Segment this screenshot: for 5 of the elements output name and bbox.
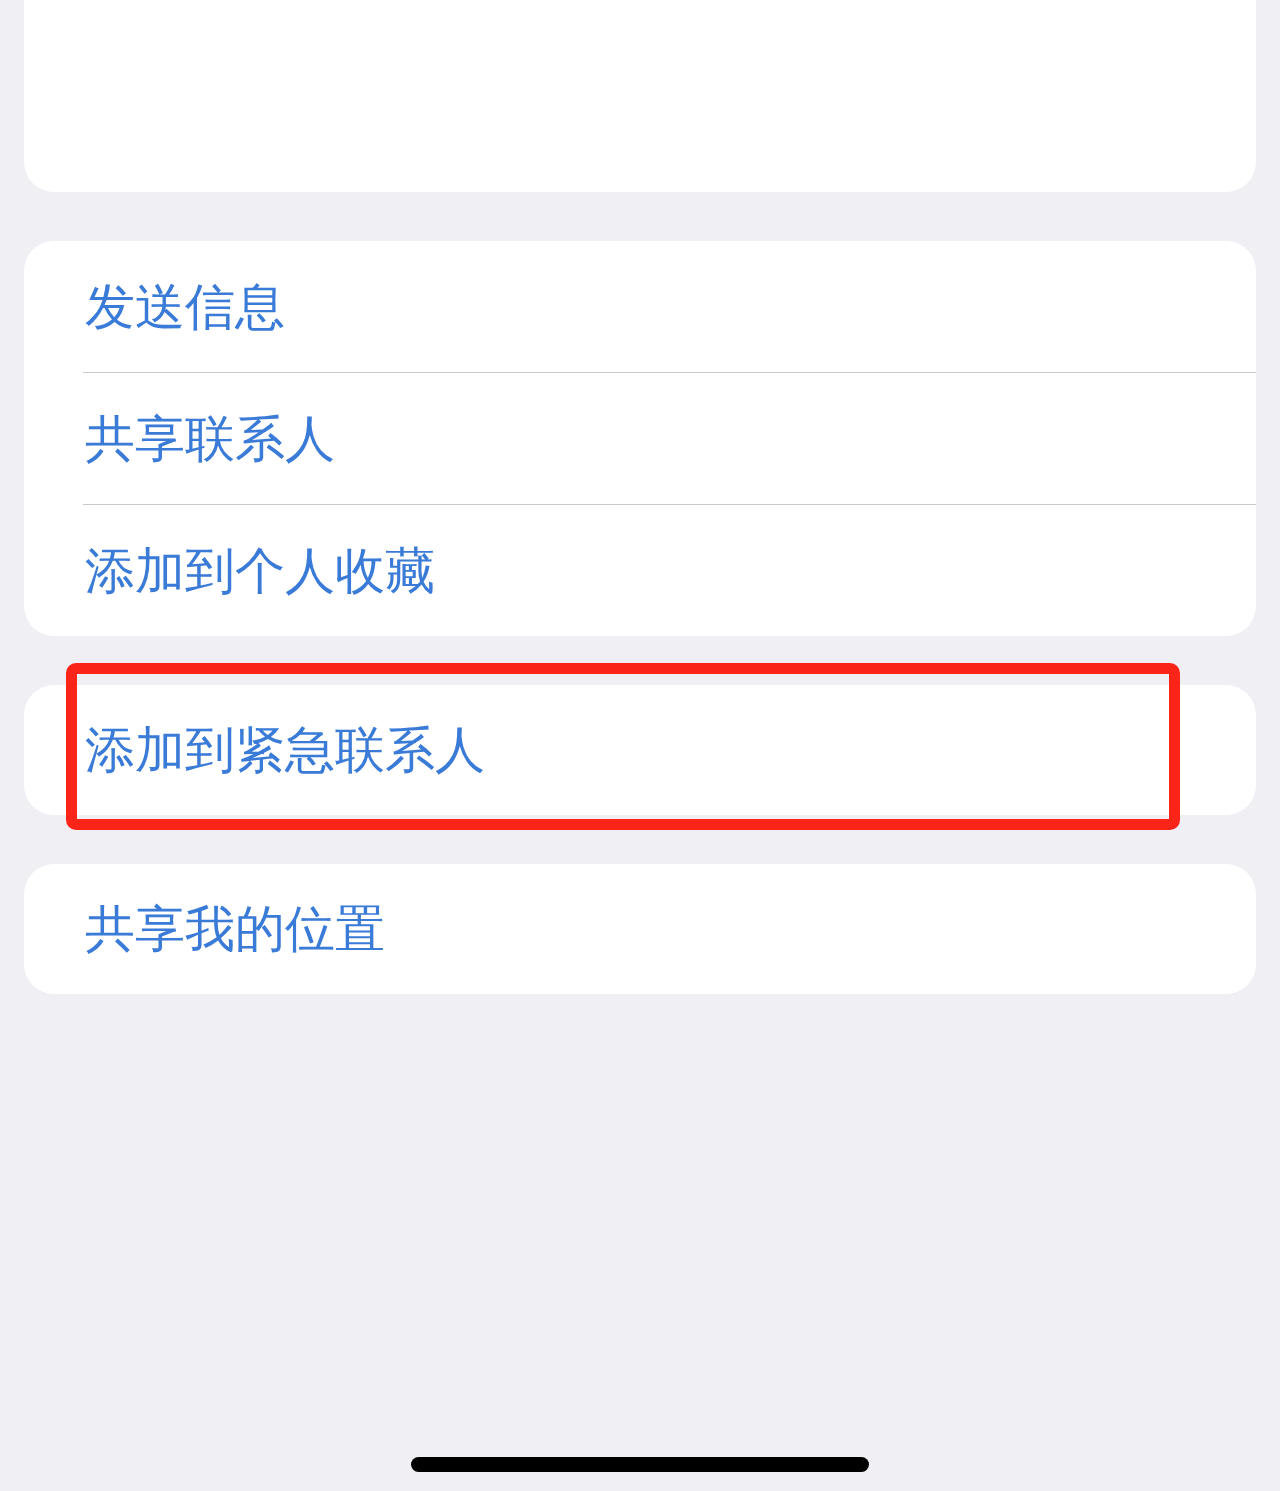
list-item[interactable]: 共享联系人	[24, 373, 1256, 504]
list-item[interactable]: 添加到个人收藏	[24, 505, 1256, 636]
list-item[interactable]: 发送信息	[24, 241, 1256, 372]
list-item[interactable]: 添加到紧急联系人	[24, 685, 1256, 815]
list-item[interactable]: 共享我的位置	[24, 864, 1256, 994]
